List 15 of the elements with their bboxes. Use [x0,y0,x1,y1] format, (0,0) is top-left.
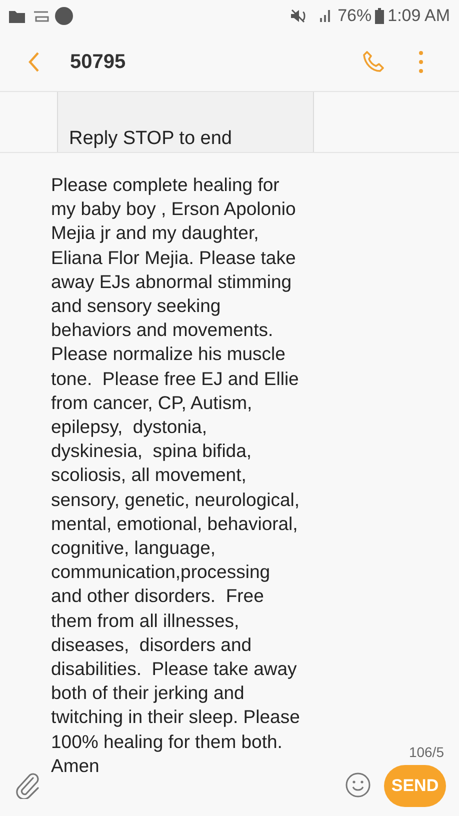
app-icon [55,7,73,25]
message-text: Reply STOP to end [69,128,232,149]
message-input-field[interactable]: Please complete healing for my baby boy , Erson Apolonio Mejia jr and my daughter, Eliana Flor Mejia. Please take away EJs abnormal stimming and sensory seeking behaviors and movements. Please normalize his muscle tone. Please free EJ and Ellie from cancer, CP, Autism, epilepsy, dystonia, dyskinesia, spina bifida, scoliosis, all movement, sensory, genetic, neurological, mental, emotional, behavioral, cognitive, language, communication,processing and other disorders. Free them from all illnesses, diseases, disorders and disabilities. Please take away both of their jerking and twitching in their sleep. Please 100% healing for them both. Amen [51,173,351,778]
call-button[interactable] [361,48,387,74]
battery-percent: 76% [338,5,372,28]
conversation-title: 50795 [70,50,126,74]
back-button[interactable] [26,50,42,74]
more-options-button[interactable] [417,50,425,72]
character-counter: 106/5 [408,743,444,762]
status-time: 1:09 AM [388,5,450,28]
folder-icon [9,10,25,22]
mute-icon [290,9,308,23]
emoji-button[interactable] [345,772,371,798]
battery-icon [374,8,384,24]
attach-button[interactable] [14,770,42,800]
